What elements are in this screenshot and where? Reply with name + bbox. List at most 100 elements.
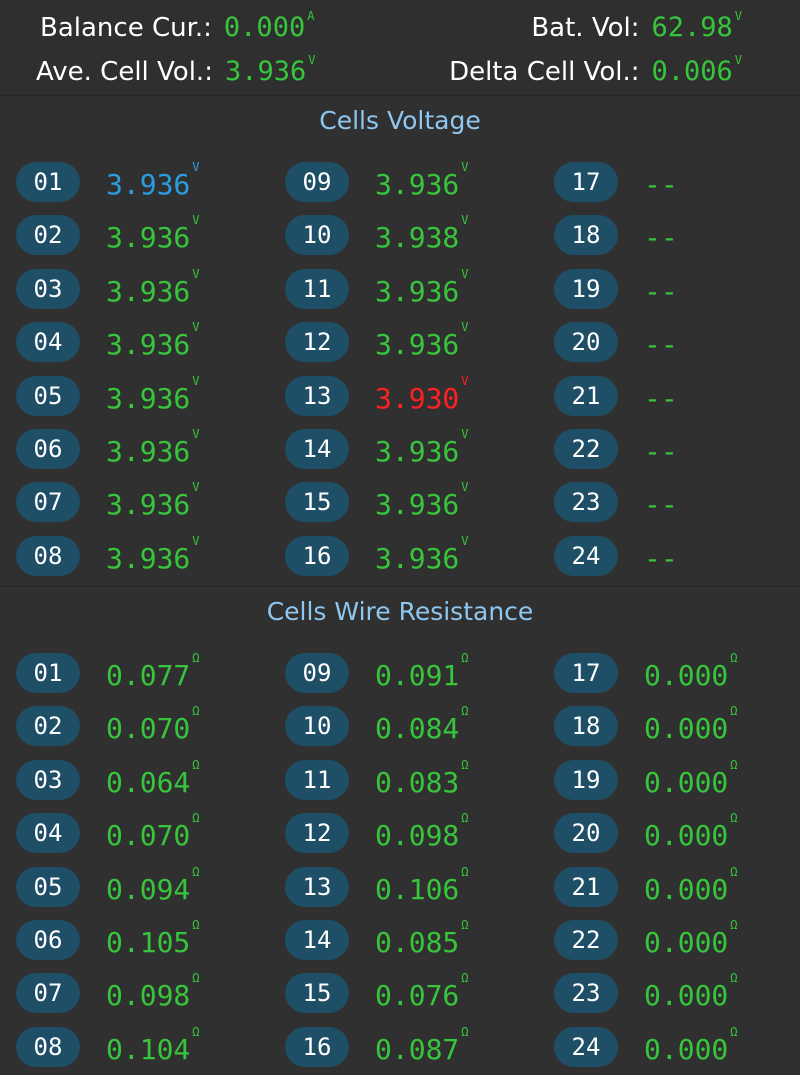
- resistance-cell: 23 0.000Ω: [554, 971, 738, 1013]
- voltage-cell-value-unit: V: [461, 160, 469, 175]
- resistance-cell: 21 0.000Ω: [554, 865, 738, 907]
- resistance-cell-number-badge: 20: [554, 813, 618, 853]
- cells-resistance-grid: 01 0.077Ω 02 0.070Ω 03 0.064Ω 04 0.070Ω 05 0.094Ω…: [0, 587, 800, 1075]
- resistance-cell-value-unit: Ω: [192, 971, 200, 986]
- voltage-cell-value-number: 3.930: [375, 381, 460, 415]
- voltage-cell: 05 3.936V: [16, 374, 200, 416]
- voltage-cell-value: 3.936V: [375, 160, 469, 200]
- resistance-cell-value-number: 0.098: [375, 818, 460, 852]
- resistance-cell: 19 0.000Ω: [554, 758, 738, 800]
- resistance-cell-number-badge: 18: [554, 706, 618, 746]
- voltage-cell-value-number: --: [644, 381, 678, 415]
- voltage-cell-number-badge: 21: [554, 376, 618, 416]
- resistance-cell: 16 0.087Ω: [285, 1025, 469, 1067]
- voltage-cell-value-number: 3.936: [106, 487, 191, 521]
- voltage-cell-value-unit: V: [461, 534, 469, 549]
- balance-current: Balance Cur.: 0.000 A: [40, 9, 315, 43]
- resistance-cell-value-number: 0.085: [375, 925, 460, 959]
- resistance-cell-number-badge: 03: [16, 760, 80, 800]
- resistance-cell-value-number: 0.000: [644, 1032, 729, 1066]
- voltage-cell-value-unit: V: [461, 320, 469, 335]
- resistance-cell-number-badge: 11: [285, 760, 349, 800]
- resistance-cell-number-badge: 19: [554, 760, 618, 800]
- resistance-cell: 18 0.000Ω: [554, 704, 738, 746]
- voltage-cell-value-unit: V: [192, 374, 200, 389]
- cells-resistance-section: Cells Wire Resistance 01 0.077Ω 02 0.070Ω 03…: [0, 586, 800, 1075]
- voltage-cell: 11 3.936V: [285, 267, 469, 309]
- balance-current-value: 0.000 A: [224, 9, 315, 43]
- voltage-cell: 09 3.936V: [285, 160, 469, 202]
- resistance-cell-value: 0.000Ω: [644, 971, 738, 1012]
- resistance-cell-value-unit: Ω: [192, 811, 200, 826]
- voltage-cell-number-badge: 15: [285, 482, 349, 522]
- summary-panel: Balance Cur.: 0.000 A Bat. Vol: 62.98 V Av…: [0, 0, 800, 95]
- resistance-cell-value: 0.083Ω: [375, 758, 469, 798]
- voltage-cell-value-unit: V: [461, 213, 469, 228]
- voltage-cell-value: 3.936V: [106, 267, 200, 307]
- resistance-cell-value-number: 0.084: [375, 711, 460, 745]
- resistance-cell: 07 0.098Ω: [16, 971, 200, 1013]
- resistance-cell-value-number: 0.076: [375, 978, 460, 1012]
- resistance-cell: 22 0.000Ω: [554, 918, 738, 960]
- voltage-cell: 10 3.938V: [285, 213, 469, 255]
- resistance-cell-value-unit: Ω: [461, 865, 469, 880]
- average-cell-voltage-unit: V: [308, 53, 316, 67]
- voltage-cell-value: --: [644, 488, 680, 521]
- resistance-cell-value-unit: Ω: [461, 1025, 469, 1040]
- resistance-cell-number-badge: 12: [285, 813, 349, 853]
- voltage-cell-value-number: 3.938: [375, 220, 460, 254]
- voltage-cell-value-unit: V: [461, 480, 469, 495]
- resistance-cell-value-number: 0.000: [644, 978, 729, 1012]
- resistance-cell-number-badge: 10: [285, 706, 349, 746]
- cells-voltage-section: Cells Voltage 01 3.936V 02 3.936V 03 3.936V 04…: [0, 95, 800, 586]
- voltage-cell: 01 3.936V: [16, 160, 200, 202]
- resistance-cell: 09 0.091Ω: [285, 651, 469, 693]
- resistance-cell-value: 0.098Ω: [375, 811, 469, 852]
- voltage-cell-value-number: 3.936: [375, 541, 460, 575]
- resistance-cell-number-badge: 13: [285, 867, 349, 907]
- resistance-cell-value-number: 0.070: [106, 711, 191, 745]
- resistance-cell-value-unit: Ω: [730, 704, 738, 719]
- resistance-cell-value-unit: Ω: [192, 918, 200, 933]
- resistance-cell-value-number: 0.094: [106, 872, 191, 906]
- resistance-cell-number-badge: 15: [285, 973, 349, 1013]
- voltage-cell-value: 3.930V: [375, 374, 469, 415]
- resistance-cell: 02 0.070Ω: [16, 704, 200, 746]
- voltage-cell-value: 3.938V: [375, 213, 469, 254]
- voltage-cell-value-number: 3.936: [106, 327, 191, 361]
- resistance-cell-value-unit: Ω: [461, 758, 469, 773]
- voltage-cell-value-number: --: [644, 327, 678, 361]
- resistance-cell-number-badge: 21: [554, 867, 618, 907]
- voltage-cell-value: 3.936V: [375, 534, 469, 575]
- voltage-cell: 08 3.936V: [16, 534, 200, 576]
- resistance-cell: 01 0.077Ω: [16, 651, 200, 693]
- voltage-cell-number-badge: 17: [554, 162, 618, 202]
- voltage-cell-value-number: 3.936: [375, 434, 460, 468]
- voltage-cell: 23 --: [554, 482, 680, 522]
- resistance-cell-number-badge: 23: [554, 973, 618, 1013]
- voltage-cell: 02 3.936V: [16, 213, 200, 255]
- voltage-cell-number-badge: 02: [16, 215, 80, 255]
- resistance-cell-value-number: 0.077: [106, 658, 191, 692]
- voltage-cell-value: 3.936V: [375, 427, 469, 468]
- voltage-cell-value: 3.936V: [106, 427, 200, 467]
- voltage-cell: 03 3.936V: [16, 267, 200, 309]
- resistance-cell-value-unit: Ω: [192, 651, 200, 666]
- voltage-cell-value-number: 3.936: [106, 381, 191, 415]
- battery-voltage-label: Bat. Vol:: [531, 13, 640, 43]
- battery-voltage-number: 62.98: [651, 12, 733, 43]
- voltage-cell: 14 3.936V: [285, 427, 469, 469]
- voltage-cell-value: --: [644, 328, 680, 361]
- voltage-cell-value-number: 3.936: [106, 220, 191, 254]
- resistance-cell: 15 0.076Ω: [285, 971, 469, 1013]
- voltage-cell-value-number: --: [644, 487, 678, 521]
- average-cell-voltage-value: 3.936 V: [225, 53, 316, 87]
- voltage-cell-value-number: --: [644, 541, 678, 575]
- resistance-cell-value-unit: Ω: [192, 758, 200, 773]
- resistance-cell-value-number: 0.106: [375, 872, 460, 906]
- voltage-cell-value-unit: V: [192, 534, 200, 549]
- resistance-cell-value: 0.084Ω: [375, 704, 469, 745]
- resistance-cell-value: 0.064Ω: [106, 758, 200, 798]
- resistance-cell-value-unit: Ω: [461, 651, 469, 666]
- battery-voltage-value: 62.98 V: [651, 9, 742, 43]
